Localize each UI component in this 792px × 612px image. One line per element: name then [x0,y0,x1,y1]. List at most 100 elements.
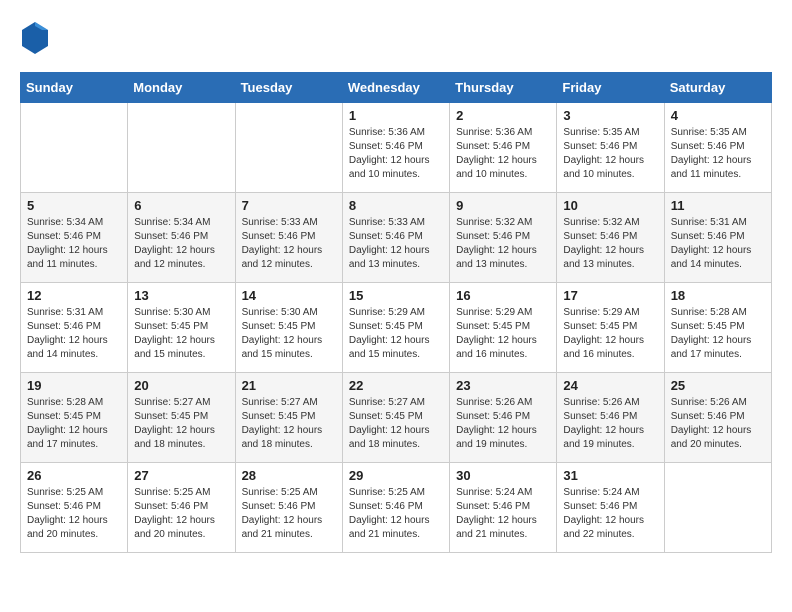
calendar-cell: 17 Sunrise: 5:29 AM Sunset: 5:45 PM Dayli… [557,283,664,373]
day-number: 7 [242,198,336,213]
calendar-week-row: 26 Sunrise: 5:25 AM Sunset: 5:46 PM Dayli… [21,463,772,553]
day-number: 16 [456,288,550,303]
calendar-table: SundayMondayTuesdayWednesdayThursdayFrid… [20,72,772,553]
day-of-week-sunday: Sunday [21,73,128,103]
calendar-cell: 24 Sunrise: 5:26 AM Sunset: 5:46 PM Dayli… [557,373,664,463]
day-info: Sunrise: 5:34 AM Sunset: 5:46 PM Dayligh… [134,216,228,272]
day-info: Sunrise: 5:24 AM Sunset: 5:46 PM Dayligh… [456,486,550,542]
day-number: 11 [671,198,765,213]
day-number: 12 [27,288,121,303]
calendar-cell: 29 Sunrise: 5:25 AM Sunset: 5:46 PM Dayli… [342,463,449,553]
day-info: Sunrise: 5:26 AM Sunset: 5:46 PM Dayligh… [563,396,657,452]
day-number: 1 [349,108,443,123]
day-number: 29 [349,468,443,483]
calendar-cell: 3 Sunrise: 5:35 AM Sunset: 5:46 PM Daylig… [557,103,664,193]
day-number: 9 [456,198,550,213]
day-info: Sunrise: 5:30 AM Sunset: 5:45 PM Dayligh… [242,306,336,362]
day-number: 13 [134,288,228,303]
calendar-cell: 31 Sunrise: 5:24 AM Sunset: 5:46 PM Dayli… [557,463,664,553]
calendar-cell: 14 Sunrise: 5:30 AM Sunset: 5:45 PM Dayli… [235,283,342,373]
day-number: 26 [27,468,121,483]
day-info: Sunrise: 5:32 AM Sunset: 5:46 PM Dayligh… [456,216,550,272]
day-info: Sunrise: 5:34 AM Sunset: 5:46 PM Dayligh… [27,216,121,272]
day-info: Sunrise: 5:35 AM Sunset: 5:46 PM Dayligh… [671,126,765,182]
calendar-cell [664,463,771,553]
day-number: 3 [563,108,657,123]
calendar-cell: 30 Sunrise: 5:24 AM Sunset: 5:46 PM Dayli… [450,463,557,553]
calendar-cell: 25 Sunrise: 5:26 AM Sunset: 5:46 PM Dayli… [664,373,771,463]
day-number: 30 [456,468,550,483]
day-info: Sunrise: 5:31 AM Sunset: 5:46 PM Dayligh… [671,216,765,272]
calendar-cell [21,103,128,193]
day-info: Sunrise: 5:27 AM Sunset: 5:45 PM Dayligh… [242,396,336,452]
calendar-cell: 15 Sunrise: 5:29 AM Sunset: 5:45 PM Dayli… [342,283,449,373]
day-info: Sunrise: 5:25 AM Sunset: 5:46 PM Dayligh… [27,486,121,542]
day-number: 4 [671,108,765,123]
day-number: 8 [349,198,443,213]
calendar-cell: 22Sunrise: 5:27 AM Sunset: 5:45 PM Dayli… [342,373,449,463]
calendar-cell: 16 Sunrise: 5:29 AM Sunset: 5:45 PM Dayli… [450,283,557,373]
day-info: Sunrise: 5:25 AM Sunset: 5:46 PM Dayligh… [134,486,228,542]
day-number: 2 [456,108,550,123]
calendar-cell: 12 Sunrise: 5:31 AM Sunset: 5:46 PM Dayli… [21,283,128,373]
calendar-cell: 8Sunrise: 5:33 AM Sunset: 5:46 PM Daylig… [342,193,449,283]
day-of-week-tuesday: Tuesday [235,73,342,103]
day-number: 19 [27,378,121,393]
calendar-cell: 4 Sunrise: 5:35 AM Sunset: 5:46 PM Daylig… [664,103,771,193]
calendar-week-row: 19 Sunrise: 5:28 AM Sunset: 5:45 PM Dayli… [21,373,772,463]
calendar-cell [128,103,235,193]
calendar-cell: 18 Sunrise: 5:28 AM Sunset: 5:45 PM Dayli… [664,283,771,373]
calendar-header-row: SundayMondayTuesdayWednesdayThursdayFrid… [21,73,772,103]
day-info: Sunrise: 5:29 AM Sunset: 5:45 PM Dayligh… [349,306,443,362]
day-info: Sunrise: 5:26 AM Sunset: 5:46 PM Dayligh… [456,396,550,452]
day-number: 17 [563,288,657,303]
day-number: 24 [563,378,657,393]
day-info: Sunrise: 5:26 AM Sunset: 5:46 PM Dayligh… [671,396,765,452]
calendar-cell: 20Sunrise: 5:27 AM Sunset: 5:45 PM Dayli… [128,373,235,463]
day-number: 25 [671,378,765,393]
calendar-cell: 2 Sunrise: 5:36 AM Sunset: 5:46 PM Daylig… [450,103,557,193]
calendar-cell: 19 Sunrise: 5:28 AM Sunset: 5:45 PM Dayli… [21,373,128,463]
day-number: 21 [242,378,336,393]
day-of-week-saturday: Saturday [664,73,771,103]
day-number: 10 [563,198,657,213]
page-header [20,20,772,56]
day-of-week-wednesday: Wednesday [342,73,449,103]
day-number: 6 [134,198,228,213]
logo-icon [20,20,50,56]
day-info: Sunrise: 5:25 AM Sunset: 5:46 PM Dayligh… [349,486,443,542]
calendar-week-row: 1 Sunrise: 5:36 AM Sunset: 5:46 PM Daylig… [21,103,772,193]
day-number: 15 [349,288,443,303]
calendar-cell: 10Sunrise: 5:32 AM Sunset: 5:46 PM Dayli… [557,193,664,283]
day-info: Sunrise: 5:31 AM Sunset: 5:46 PM Dayligh… [27,306,121,362]
day-info: Sunrise: 5:29 AM Sunset: 5:45 PM Dayligh… [456,306,550,362]
day-number: 28 [242,468,336,483]
day-info: Sunrise: 5:36 AM Sunset: 5:46 PM Dayligh… [456,126,550,182]
day-number: 14 [242,288,336,303]
day-info: Sunrise: 5:24 AM Sunset: 5:46 PM Dayligh… [563,486,657,542]
day-info: Sunrise: 5:28 AM Sunset: 5:45 PM Dayligh… [27,396,121,452]
calendar-cell: 9 Sunrise: 5:32 AM Sunset: 5:46 PM Daylig… [450,193,557,283]
day-number: 31 [563,468,657,483]
day-info: Sunrise: 5:36 AM Sunset: 5:46 PM Dayligh… [349,126,443,182]
day-info: Sunrise: 5:33 AM Sunset: 5:46 PM Dayligh… [242,216,336,272]
calendar-cell: 6 Sunrise: 5:34 AM Sunset: 5:46 PM Daylig… [128,193,235,283]
day-info: Sunrise: 5:28 AM Sunset: 5:45 PM Dayligh… [671,306,765,362]
calendar-cell: 26 Sunrise: 5:25 AM Sunset: 5:46 PM Dayli… [21,463,128,553]
logo [20,20,56,56]
day-of-week-thursday: Thursday [450,73,557,103]
calendar-cell: 21 Sunrise: 5:27 AM Sunset: 5:45 PM Dayli… [235,373,342,463]
calendar-cell: 11 Sunrise: 5:31 AM Sunset: 5:46 PM Dayli… [664,193,771,283]
day-info: Sunrise: 5:35 AM Sunset: 5:46 PM Dayligh… [563,126,657,182]
calendar-week-row: 5Sunrise: 5:34 AM Sunset: 5:46 PM Daylig… [21,193,772,283]
calendar-cell: 13 Sunrise: 5:30 AM Sunset: 5:45 PM Dayli… [128,283,235,373]
calendar-cell: 1 Sunrise: 5:36 AM Sunset: 5:46 PM Daylig… [342,103,449,193]
day-info: Sunrise: 5:27 AM Sunset: 5:45 PM Dayligh… [349,396,443,452]
calendar-cell: 27Sunrise: 5:25 AM Sunset: 5:46 PM Dayli… [128,463,235,553]
calendar-cell: 23Sunrise: 5:26 AM Sunset: 5:46 PM Dayli… [450,373,557,463]
day-number: 18 [671,288,765,303]
calendar-cell: 5Sunrise: 5:34 AM Sunset: 5:46 PM Daylig… [21,193,128,283]
day-info: Sunrise: 5:30 AM Sunset: 5:45 PM Dayligh… [134,306,228,362]
calendar-cell: 7 Sunrise: 5:33 AM Sunset: 5:46 PM Daylig… [235,193,342,283]
day-info: Sunrise: 5:29 AM Sunset: 5:45 PM Dayligh… [563,306,657,362]
